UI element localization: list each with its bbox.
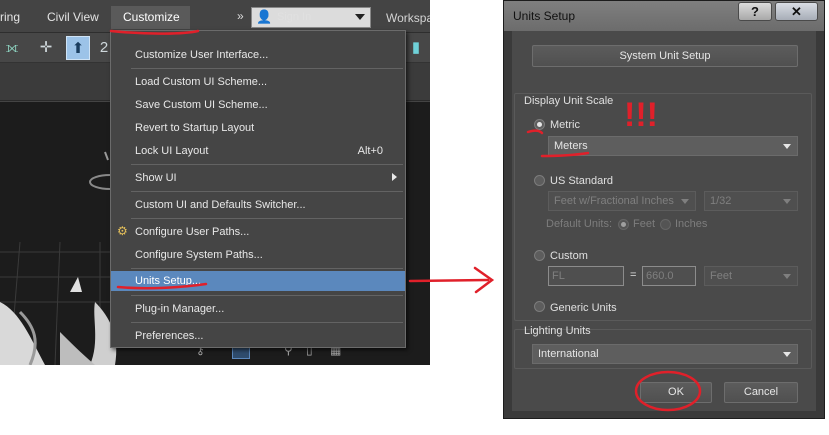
menu-rendering[interactable]: ring xyxy=(0,10,20,24)
arrow-head-icon xyxy=(473,266,495,294)
configure-paths-icon: ⚙ xyxy=(117,224,128,238)
menu-item-save-scheme[interactable]: Save Custom UI Scheme... xyxy=(113,95,403,115)
system-unit-setup-button[interactable]: System Unit Setup xyxy=(532,45,798,67)
menu-divider xyxy=(131,191,403,192)
chevron-down-icon xyxy=(355,14,365,20)
feet-label: Feet xyxy=(633,218,656,230)
equals-sign: = xyxy=(630,269,637,281)
menu-item-units-setup[interactable]: Units Setup... xyxy=(111,271,405,291)
us-units-select[interactable]: Feet w/Fractional Inches xyxy=(548,191,696,211)
menu-item-revert-layout[interactable]: Revert to Startup Layout xyxy=(113,118,403,138)
menu-item-ui-switcher[interactable]: Custom UI and Defaults Switcher... xyxy=(113,195,403,215)
menu-item-customize-ui[interactable]: Customize User Interface... xyxy=(113,45,403,65)
custom-label: Custom xyxy=(550,250,588,262)
custom-unit-select[interactable]: Feet xyxy=(704,266,798,286)
move-icon[interactable]: ✛ xyxy=(34,36,58,60)
menu-customize[interactable]: Customize xyxy=(111,6,190,29)
custom-amount-field[interactable]: 660.0 xyxy=(642,266,696,286)
menu-divider xyxy=(131,268,403,269)
us-standard-radio[interactable] xyxy=(534,175,545,186)
workspace-label[interactable]: Workspa xyxy=(386,11,430,25)
dialog-title: Units Setup xyxy=(513,9,576,23)
toolbar-tool-icon[interactable]: ▮ xyxy=(404,36,428,60)
close-button[interactable]: ✕ xyxy=(775,2,818,21)
menu-item-show-ui[interactable]: Show UI xyxy=(113,168,403,188)
lighting-units-label: Lighting Units xyxy=(524,325,591,337)
menu-divider xyxy=(131,322,403,323)
menu-item-user-paths[interactable]: ⚙ Configure User Paths... xyxy=(113,222,403,242)
default-feet-radio[interactable] xyxy=(618,219,629,230)
menu-item-plugin-manager[interactable]: Plug-in Manager... xyxy=(113,299,403,319)
units-setup-dialog: Units Setup ? ✕ System Unit Setup Displa… xyxy=(503,0,825,419)
user-icon: 👤 xyxy=(256,9,273,24)
chevron-down-icon xyxy=(783,274,791,279)
select-object-icon[interactable]: ⬆ xyxy=(66,36,90,60)
generic-units-radio[interactable] xyxy=(534,301,545,312)
sign-in-label: Sign In xyxy=(277,11,312,23)
help-button[interactable]: ? xyxy=(738,2,772,21)
chevron-down-icon xyxy=(783,199,791,204)
metric-radio[interactable] xyxy=(534,119,545,130)
ok-button[interactable]: OK xyxy=(640,382,712,403)
default-inches-radio[interactable] xyxy=(660,219,671,230)
toolbar-overflow-icon[interactable]: 2 xyxy=(99,36,109,60)
chevron-down-icon xyxy=(681,199,689,204)
lighting-units-select[interactable]: International xyxy=(532,344,798,364)
custom-radio[interactable] xyxy=(534,250,545,261)
menu-item-system-paths[interactable]: Configure System Paths... xyxy=(113,245,403,265)
menu-overflow-chevron[interactable]: » xyxy=(237,9,244,23)
chevron-down-icon xyxy=(783,144,791,149)
menu-bar: ring Civil View Customize » 👤 Sign In Wo… xyxy=(0,0,430,33)
default-units-label: Default Units: xyxy=(546,218,613,230)
dialog-body: System Unit Setup Display Unit Scale Met… xyxy=(512,31,816,411)
menu-divider xyxy=(131,295,403,296)
metric-label: Metric xyxy=(550,119,580,131)
menu-civil-view[interactable]: Civil View xyxy=(47,10,99,24)
menu-divider xyxy=(131,68,403,69)
metric-units-select[interactable]: Meters xyxy=(548,136,798,156)
generic-units-label: Generic Units xyxy=(550,302,617,314)
dialog-titlebar[interactable]: Units Setup ? ✕ xyxy=(504,1,824,31)
us-fraction-select[interactable]: 1/32 xyxy=(704,191,798,211)
menu-item-lock-ui[interactable]: Lock UI Layout Alt+0 xyxy=(113,141,403,161)
sign-in-dropdown[interactable]: 👤 Sign In xyxy=(251,7,371,28)
menu-shortcut: Alt+0 xyxy=(357,145,383,157)
custom-name-field[interactable]: FL xyxy=(548,266,624,286)
link-icon[interactable]: ⟗ xyxy=(0,36,24,60)
us-standard-label: US Standard xyxy=(550,175,613,187)
chevron-down-icon xyxy=(783,352,791,357)
display-unit-scale-label: Display Unit Scale xyxy=(524,95,614,107)
cancel-button[interactable]: Cancel xyxy=(724,382,798,403)
chevron-right-icon xyxy=(392,173,397,181)
menu-item-load-scheme[interactable]: Load Custom UI Scheme... xyxy=(113,72,403,92)
menu-divider xyxy=(131,164,403,165)
inches-label: Inches xyxy=(675,218,708,230)
menu-divider xyxy=(131,218,403,219)
menu-item-preferences[interactable]: Preferences... xyxy=(113,326,403,346)
customize-menu: Customize User Interface... Load Custom … xyxy=(110,30,406,348)
